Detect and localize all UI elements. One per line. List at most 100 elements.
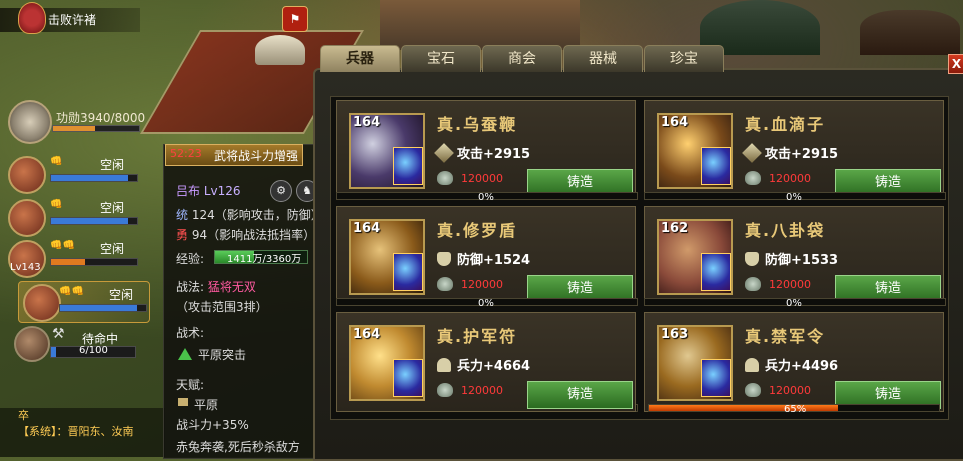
palace [380,0,580,50]
general-state: 空闲 [109,288,134,302]
general-avatar [8,156,46,194]
defeat-label: 击败许褚 [48,13,97,27]
item-cost: 120000 [437,171,503,185]
item-stat: 防御+1524 [437,249,530,268]
merit-progress-bar [52,125,140,132]
item-stat-value: 防御+1524 [457,253,531,268]
defeat-banner[interactable]: 击败许褚 [0,2,140,34]
item-card: 163 真.禁军令 兵力+4496 120000 铸造 [644,312,944,412]
item-cost: 120000 [745,171,811,185]
tab-guild[interactable]: 商会 [482,45,562,72]
axe-icon: ⚒ [52,326,65,342]
tong-value: 124（影响攻击，防御） [191,208,323,222]
item-stat-value: 攻击+2915 [765,147,839,162]
item-name: 真.血滴子 [745,115,826,134]
general-cards: 👊 [50,156,63,167]
general-troop-bar [59,304,147,312]
general-troop-fill [51,259,86,265]
item-name: 真.禁军令 [745,327,826,346]
item-cost-value: 120000 [769,384,811,397]
terrain-icon [178,398,188,406]
gem-icon [701,359,731,397]
shield-icon [437,252,451,266]
commander-count: 6/100 [79,345,108,356]
item-level: 164 [661,115,689,130]
item-stat-value: 防御+1533 [765,253,839,268]
exp-label: 经验: [176,252,205,266]
item-cost-value: 120000 [769,172,811,185]
close-button[interactable]: X [948,54,963,74]
item-cost-value: 120000 [461,278,503,291]
tab-weapons[interactable]: 兵器 [320,45,400,72]
chat-line-2: 卒 [18,409,29,422]
yong-value: 94（影响战法抵挡率） [191,228,316,242]
exp-value: 1411万/3360万 [227,254,302,265]
item-name: 真.护军符 [437,327,518,346]
buff-timer: 52:23 [170,147,202,160]
gem-icon [393,147,423,185]
commander-avatar[interactable] [14,326,50,362]
forge-button[interactable]: 铸造 [527,381,633,409]
item-level: 164 [353,221,381,236]
buff-title: 武将战斗力增强 [214,149,299,163]
item-level: 164 [353,115,381,130]
yong-label: 勇 [176,228,189,242]
pagoda-right [860,10,960,55]
merit-progress-fill [53,126,96,131]
troop-icon [745,358,759,372]
general-name-row: 吕布 Lv126 [176,182,241,199]
general-level: Lv143 [10,262,41,273]
item-name: 真.乌蚕鞭 [437,115,518,134]
weapon-icon [742,143,762,163]
tianfu-bonus: 战斗力+35% [176,418,249,432]
zhanfa-name: 猛将无双 [207,280,256,294]
zhanshu-label: 战术: [176,326,205,340]
tab-gems[interactable]: 宝石 [401,45,481,72]
item-stat: 攻击+2915 [742,143,839,163]
general-avatar [23,284,61,322]
item-cost: 120000 [745,383,811,397]
item-level: 163 [661,327,689,342]
item-cost-value: 120000 [461,384,503,397]
general-slot-2[interactable]: 👊 空闲 [8,199,138,239]
general-slot-selected[interactable]: 👊👊 空闲 [18,281,150,323]
army-flag-icon: ⚑ [282,6,308,32]
zhanfa-row: 战法: 猛将无双 [176,278,256,295]
item-card: 164 真.乌蚕鞭 攻击+2915 120000 铸造 [336,100,636,200]
general-avatar [8,199,46,237]
item-level: 164 [353,327,381,342]
troop-icon [437,358,451,372]
general-state: 空闲 [100,242,125,256]
forge-progress-label: 0% [478,192,494,203]
tong-label: 统 [176,208,189,222]
item-card: 162 真.八卦袋 防御+1533 120000 铸造 [644,206,944,306]
item-card: 164 真.修罗盾 防御+1524 120000 铸造 [336,206,636,306]
general-flag-icon [18,2,46,34]
item-cost: 120000 [745,277,811,291]
tab-treasures[interactable]: 珍宝 [644,45,724,72]
general-slot-1[interactable]: 👊 空闲 [8,156,138,196]
general-slot-3[interactable]: Lv143 👊👊 空闲 [8,240,138,280]
silver-bag-icon [437,171,453,185]
general-troop-fill [60,305,138,311]
forge-progress-label: 0% [478,298,494,309]
item-stat: 防御+1533 [745,249,838,268]
forge-progress-label: 0% [786,298,802,309]
weapon-icon [434,143,454,163]
forge-progress-label: 0% [786,192,802,203]
chat-box[interactable]: 卒 【系统】：晋阳东、汝南 [0,408,165,457]
tab-machines[interactable]: 器械 [563,45,643,72]
general-cards: 👊👊 [50,240,75,251]
general-state: 空闲 [100,201,125,215]
item-stat: 兵力+4664 [437,355,530,374]
equip-icon[interactable]: ⚙ [270,180,292,202]
general-name: 吕布 [176,184,201,198]
general-level: Lv126 [203,184,241,198]
item-stat-value: 兵力+4664 [457,359,531,374]
general-troop-fill [51,218,129,224]
general-troop-bar [50,258,138,266]
item-cost-value: 120000 [769,278,811,291]
item-name: 真.修罗盾 [437,221,518,240]
merit-emblem-icon[interactable] [8,100,52,144]
tianfu-desc: 赤兔奔袭,死后秒杀敌方 [176,440,300,454]
